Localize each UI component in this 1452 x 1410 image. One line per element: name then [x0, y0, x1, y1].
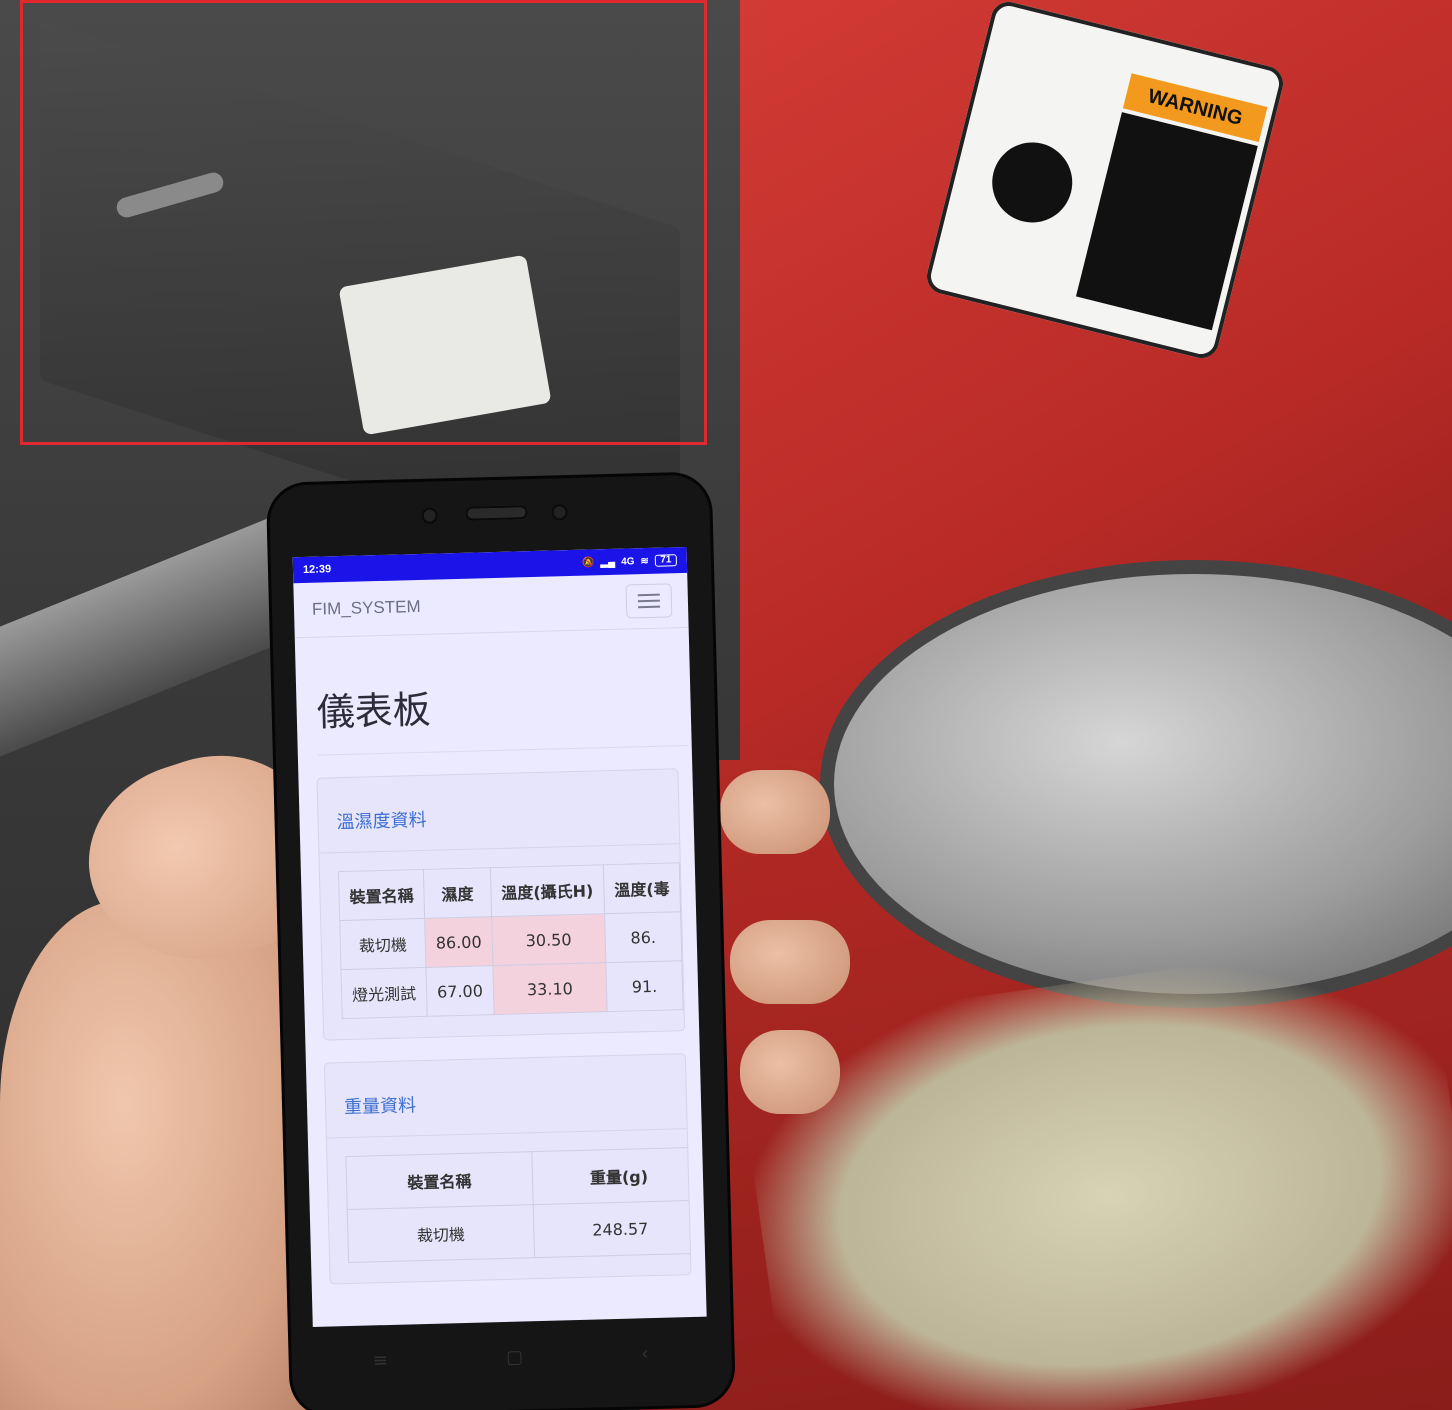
back-key-icon[interactable]: ‹	[641, 1343, 649, 1364]
navbar: FIM_SYSTEM	[293, 572, 689, 639]
status-icons: 🔕 ▂▄ 4G ≋ 71	[581, 554, 678, 569]
humidity-cell: 86.00	[424, 916, 493, 968]
front-camera-icon	[421, 507, 438, 524]
weight-card-title: 重量資料	[324, 1054, 687, 1139]
menu-key-icon[interactable]: ≡	[373, 1350, 389, 1371]
weight-card: 重量資料 裝置名稱 重量(g) 裁切機 248.57	[323, 1053, 692, 1285]
hand-palm	[0, 900, 310, 1410]
signal-icon: ▂▄	[600, 556, 616, 568]
device-cell: 裁切機	[347, 1204, 535, 1263]
device-cell: 燈光測試	[340, 967, 428, 1019]
table-row: 裁切機 86.00 30.50 86.	[339, 911, 683, 970]
hamburger-icon	[637, 599, 660, 603]
column-header: 裝置名稱	[345, 1151, 534, 1210]
status-time: 12:39	[302, 563, 332, 576]
smartphone: 12:39 🔕 ▂▄ 4G ≋ 71 FIM_SYSTEM 儀表板 溫濕度資料 …	[268, 474, 733, 1410]
network-type: 4G	[620, 555, 635, 568]
humidity-card: 溫濕度資料 裝置名稱 濕度 溫度(攝氏H) 溫度(毒 裁切機 86.00 30.…	[316, 768, 686, 1041]
hand-finger	[720, 770, 830, 854]
column-header: 溫度(毒	[603, 862, 681, 914]
table-row: 燈光測試 67.00 33.10 91.	[340, 960, 684, 1019]
humidity-card-body: 裝置名稱 濕度 溫度(攝氏H) 溫度(毒 裁切機 86.00 30.50 86.	[319, 844, 684, 1039]
earpiece-speaker	[465, 505, 528, 521]
humidity-table-scroll[interactable]: 裝置名稱 濕度 溫度(攝氏H) 溫度(毒 裁切機 86.00 30.50 86.	[338, 862, 684, 1019]
weight-table: 裝置名稱 重量(g) 裁切機 248.57	[345, 1147, 691, 1263]
alarm-off-icon: 🔕	[581, 556, 595, 569]
wifi-icon: ≋	[640, 555, 650, 567]
table-header-row: 裝置名稱 濕度 溫度(攝氏H) 溫度(毒	[338, 862, 681, 921]
column-header: 濕度	[423, 867, 492, 919]
sensor-highlight-box	[20, 0, 707, 445]
weight-card-body: 裝置名稱 重量(g) 裁切機 248.57	[327, 1129, 691, 1283]
saw-warning-icon	[983, 133, 1081, 231]
menu-toggle-button[interactable]	[625, 583, 673, 619]
page-title: 儀表板	[315, 672, 688, 756]
humidity-cell: 67.00	[425, 965, 495, 1017]
temperature-f-cell: 91.	[605, 960, 684, 1012]
table-header-row: 裝置名稱 重量(g)	[345, 1147, 691, 1210]
hamburger-icon	[637, 593, 660, 597]
temperature-c-cell: 33.10	[492, 962, 608, 1015]
sensor-icon	[551, 504, 568, 521]
brand-link[interactable]: FIM_SYSTEM	[312, 597, 421, 620]
temperature-f-cell: 86.	[604, 911, 683, 963]
temperature-c-cell: 30.50	[491, 913, 606, 966]
phone-screen: 12:39 🔕 ▂▄ 4G ≋ 71 FIM_SYSTEM 儀表板 溫濕度資料 …	[292, 546, 707, 1327]
humidity-table: 裝置名稱 濕度 溫度(攝氏H) 溫度(毒 裁切機 86.00 30.50 86.	[338, 862, 684, 1019]
photo-scene: WARNING 12:39 🔕 ▂▄ 4G ≋ 71 FIM_SYSTEM 儀表…	[0, 0, 1452, 1410]
column-header: 溫度(攝氏H)	[490, 864, 605, 917]
phone-nav-keys: ≡ ▢ ‹	[313, 1317, 709, 1397]
battery-icon: 71	[654, 554, 678, 567]
hand-finger	[740, 1030, 840, 1114]
column-header: 裝置名稱	[338, 869, 425, 921]
home-key-icon[interactable]: ▢	[506, 1346, 524, 1367]
table-row: 裁切機 248.57	[347, 1200, 691, 1263]
hamburger-icon	[638, 605, 661, 609]
humidity-card-title: 溫濕度資料	[317, 769, 680, 854]
weight-cell: 248.57	[533, 1200, 691, 1258]
hand-finger	[730, 920, 850, 1004]
device-cell: 裁切機	[339, 918, 426, 970]
column-header: 重量(g)	[531, 1147, 691, 1205]
